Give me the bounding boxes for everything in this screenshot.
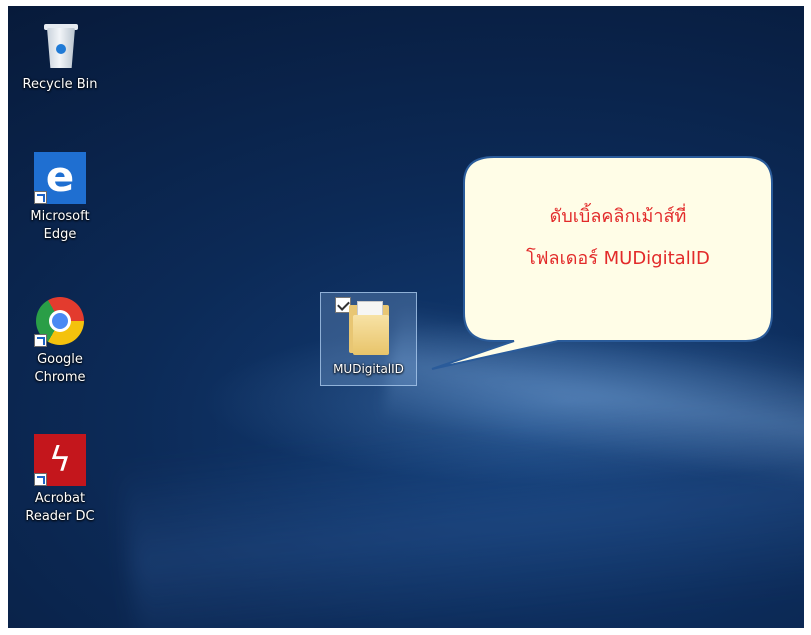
desktop-icon-acrobat-reader[interactable]: ϟ Acrobat Reader DC <box>14 434 106 526</box>
folder-label: MUDigitalID <box>333 362 404 376</box>
desktop-icon-google-chrome[interactable]: Google Chrome <box>14 295 106 387</box>
desktop-icon-label: Acrobat Reader DC <box>25 491 95 524</box>
chrome-icon <box>34 295 86 347</box>
callout-line-2: โฟลเดอร์ MUDigitalID <box>526 248 710 269</box>
shortcut-arrow-icon <box>34 473 47 486</box>
callout-text: ดับเบิ้ลคลิกเม้าส์ที่ โฟลเดอร์ MUDigital… <box>463 196 773 280</box>
acrobat-icon: ϟ <box>34 434 86 486</box>
folder-icon <box>343 299 395 357</box>
desktop-icon-label: Recycle Bin <box>22 77 98 92</box>
desktop-icon-label: Google Chrome <box>34 352 86 385</box>
desktop-icon-recycle-bin[interactable]: Recycle Bin <box>14 20 106 94</box>
edge-icon: e <box>34 152 86 204</box>
desktop[interactable]: Recycle Bin e Microsoft Edge Google Chro… <box>8 6 804 628</box>
desktop-icon-microsoft-edge[interactable]: e Microsoft Edge <box>14 152 106 244</box>
callout-line-1: ดับเบิ้ลคลิกเม้าส์ที่ <box>549 206 687 227</box>
shortcut-arrow-icon <box>34 334 47 347</box>
shortcut-arrow-icon <box>34 191 47 204</box>
desktop-icon-label: Microsoft Edge <box>30 209 90 242</box>
recycle-bin-icon <box>34 20 86 72</box>
desktop-icon-mudigitalid-folder[interactable]: MUDigitalID <box>320 292 417 386</box>
